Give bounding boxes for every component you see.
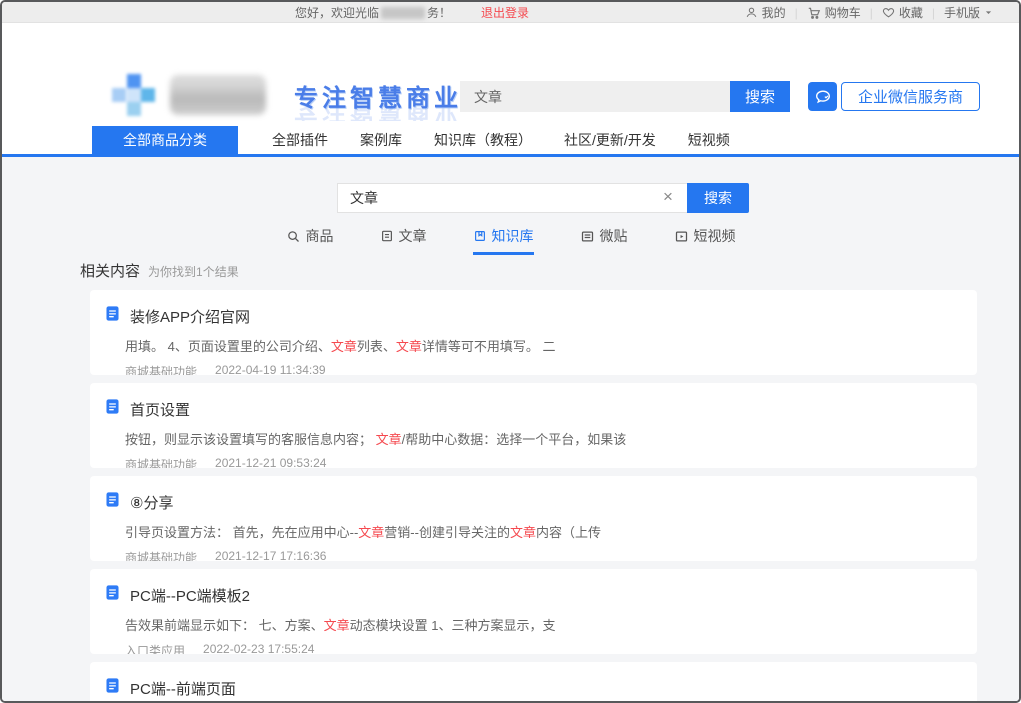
tab-short-video-label: 短视频: [694, 226, 736, 246]
nav-item-cases[interactable]: 案例库: [360, 126, 402, 154]
nav-items: 全部插件 案例库 知识库（教程） 社区/更新/开发 短视频: [272, 126, 730, 154]
tab-posts-label: 微贴: [600, 226, 628, 246]
result-card[interactable]: 装修APP介绍官网 用填。 4、页面设置里的公司介绍、文章列表、文章详情等可不用…: [90, 290, 977, 375]
tab-short-video[interactable]: 短视频: [674, 226, 736, 255]
logout-link[interactable]: 退出登录: [481, 4, 529, 21]
result-card[interactable]: 首页设置 按钮，则显示该设置填写的客服信息内容； 文章/帮助中心数据：选择一个平…: [90, 383, 977, 468]
tab-knowledge[interactable]: 知识库: [473, 226, 534, 255]
tab-goods[interactable]: 商品: [286, 226, 334, 255]
document-icon: [104, 305, 121, 327]
favorites-link[interactable]: 收藏: [882, 4, 923, 21]
header-search: 搜索: [460, 81, 790, 112]
result-meta: 商城基础功能 2022-04-19 11:34:39: [125, 363, 957, 375]
result-card[interactable]: PC端--前端页面: [90, 662, 977, 701]
logo-plus-icon: [112, 73, 156, 117]
document-icon: [104, 677, 121, 699]
result-title: ⑧分享: [130, 492, 173, 513]
results-section-title: 相关内容: [80, 260, 140, 281]
separator: |: [870, 6, 873, 20]
wechat-service-button[interactable]: 企业微信服务商: [808, 82, 980, 111]
cart-link[interactable]: 购物车: [807, 4, 861, 21]
logo-slogan: 专注智慧商业 专注智慧商业: [294, 78, 462, 113]
result-meta: 商城基础功能 2021-12-17 17:16:36: [125, 549, 957, 561]
result-date: 2022-04-19 11:34:39: [215, 363, 326, 375]
site-header: 专注智慧商业 专注智慧商业 搜索 企业微信服务商: [2, 23, 1019, 121]
user-icon: [745, 6, 758, 19]
greeting-prefix: 您好，欢迎光临: [295, 4, 379, 21]
mobile-version-label: 手机版: [944, 4, 980, 21]
header-search-input[interactable]: [460, 81, 730, 112]
result-title: 首页设置: [130, 399, 190, 420]
document-icon: [104, 584, 121, 606]
list-icon: [580, 229, 595, 244]
article-icon: [380, 229, 394, 243]
wechat-chat-icon: [808, 82, 837, 111]
result-meta: 商城基础功能 2021-12-21 09:53:24: [125, 456, 957, 468]
document-icon: [104, 491, 121, 513]
favorites-label: 收藏: [899, 4, 923, 21]
tab-posts[interactable]: 微贴: [580, 226, 628, 255]
result-title: PC端--PC端模板2: [130, 585, 250, 606]
result-card[interactable]: PC端--PC端模板2 告效果前端显示如下： 七、方案、文章动态模块设置 1、三…: [90, 569, 977, 654]
results-header: 相关内容 为你找到1个结果: [80, 260, 1019, 278]
browser-window: 您好，欢迎光临 务！ 退出登录 我的 | 购物车 |: [0, 0, 1021, 703]
tab-knowledge-label: 知识库: [492, 226, 534, 246]
topbar: 您好，欢迎光临 务！ 退出登录 我的 | 购物车 |: [2, 2, 1019, 23]
result-search: × 搜索: [337, 183, 1019, 213]
site-logo[interactable]: 专注智慧商业 专注智慧商业: [112, 73, 462, 117]
result-title: PC端--前端页面: [130, 678, 236, 699]
cart-label: 购物车: [825, 4, 861, 21]
result-card[interactable]: ⑧分享 引导页设置方法： 首先，先在应用中心--文章营销--创建引导关注的文章内…: [90, 476, 977, 561]
content-area: × 搜索 商品 文章 知识库: [2, 157, 1019, 701]
result-search-input[interactable]: [337, 183, 687, 213]
nav-item-community[interactable]: 社区/更新/开发: [564, 126, 656, 154]
result-category: 商城基础功能: [125, 456, 197, 468]
result-desc: 按钮，则显示该设置填写的客服信息内容； 文章/帮助中心数据：选择一个平台，如果该: [125, 429, 957, 448]
tab-articles-label: 文章: [399, 226, 427, 246]
greeting-suffix: 务！: [427, 4, 451, 21]
results-count: 为你找到1个结果: [148, 263, 239, 280]
search-icon: [286, 229, 301, 244]
main-nav: 全部商品分类 全部插件 案例库 知识库（教程） 社区/更新/开发 短视频: [2, 121, 1019, 157]
document-icon: [104, 398, 121, 420]
result-desc: 告效果前端显示如下： 七、方案、文章动态模块设置 1、三种方案显示，支: [125, 615, 957, 634]
separator: |: [795, 6, 798, 20]
result-category: 入口类应用: [125, 642, 185, 654]
heart-icon: [882, 6, 895, 19]
nav-item-video[interactable]: 短视频: [688, 126, 730, 154]
wechat-service-label: 企业微信服务商: [841, 82, 980, 111]
knowledge-book-icon: [473, 229, 487, 243]
mobile-version-dropdown[interactable]: 手机版: [944, 4, 993, 21]
greeting: 您好，欢迎光临 务！ 退出登录: [295, 2, 529, 23]
results-list: 装修APP介绍官网 用填。 4、页面设置里的公司介绍、文章列表、文章详情等可不用…: [90, 290, 977, 701]
result-date: 2022-02-23 17:55:24: [203, 642, 314, 654]
nav-item-knowledge[interactable]: 知识库（教程）: [434, 126, 532, 154]
nav-all-categories[interactable]: 全部商品分类: [92, 126, 238, 154]
result-meta: 入口类应用 2022-02-23 17:55:24: [125, 642, 957, 654]
separator: |: [932, 6, 935, 20]
topbar-links: 我的 | 购物车 | 收藏 | 手机版: [745, 2, 993, 23]
result-search-button[interactable]: 搜索: [687, 183, 749, 213]
tab-articles[interactable]: 文章: [380, 226, 427, 255]
my-account-label: 我的: [762, 4, 786, 21]
clear-search-icon[interactable]: ×: [659, 188, 677, 206]
chevron-down-icon: [984, 6, 993, 20]
result-desc: 用填。 4、页面设置里的公司介绍、文章列表、文章详情等可不用填写。 二: [125, 336, 957, 355]
result-type-tabs: 商品 文章 知识库 微贴: [2, 226, 1019, 255]
blurred-logo-text: [170, 75, 266, 115]
nav-item-plugins[interactable]: 全部插件: [272, 126, 328, 154]
tab-goods-label: 商品: [306, 226, 334, 246]
result-desc: 引导页设置方法： 首先，先在应用中心--文章营销--创建引导关注的文章内容（上传: [125, 522, 957, 541]
header-search-button[interactable]: 搜索: [730, 81, 790, 112]
cart-icon: [807, 6, 821, 20]
result-date: 2021-12-17 17:16:36: [215, 549, 326, 561]
video-play-icon: [674, 229, 689, 244]
blurred-username: [381, 7, 425, 19]
result-category: 商城基础功能: [125, 549, 197, 561]
result-title: 装修APP介绍官网: [130, 306, 250, 327]
result-date: 2021-12-21 09:53:24: [215, 456, 326, 468]
result-category: 商城基础功能: [125, 363, 197, 375]
my-account-link[interactable]: 我的: [745, 4, 786, 21]
